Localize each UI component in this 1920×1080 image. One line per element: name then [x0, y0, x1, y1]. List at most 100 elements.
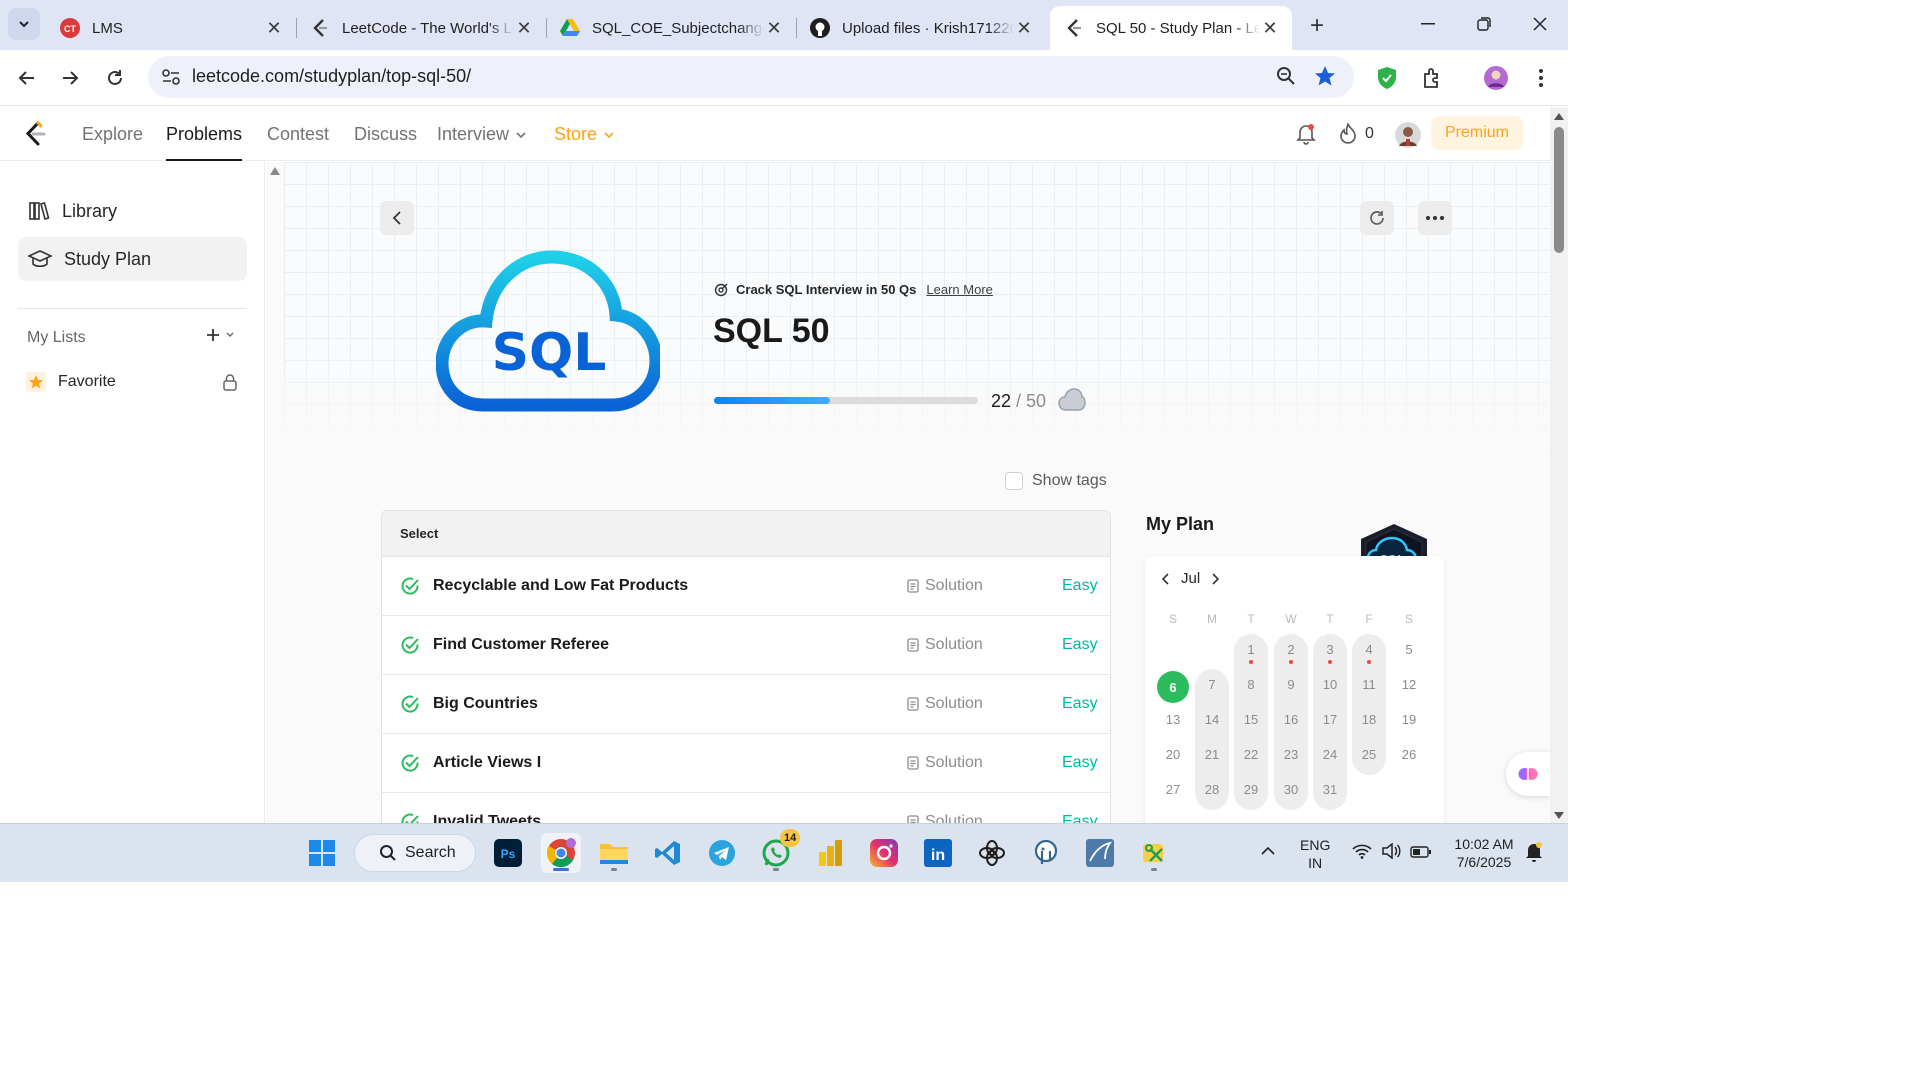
sidebar-item-study-plan[interactable]: Study Plan [18, 237, 247, 281]
list-item-favorite[interactable]: Favorite [26, 371, 238, 393]
calendar-day[interactable]: 20 [1158, 747, 1188, 762]
calendar-day[interactable]: 5 [1394, 642, 1424, 657]
problem-title[interactable]: Big Countries [433, 695, 538, 713]
page-scrollbar[interactable] [1550, 107, 1568, 823]
leetcode-logo-icon[interactable] [24, 121, 48, 152]
windows-start-button[interactable] [302, 833, 342, 873]
browser-tab-lms[interactable]: CT LMS ✕ [46, 6, 297, 50]
linkedin-app-icon[interactable]: in [918, 833, 958, 873]
calendar-day[interactable]: 1 [1236, 642, 1266, 657]
reset-progress-button[interactable] [1360, 201, 1394, 235]
calendar-day[interactable]: 15 [1236, 712, 1266, 727]
solution-link[interactable]: Solution [907, 577, 983, 595]
nav-store[interactable]: Store [554, 124, 615, 145]
system-clock[interactable]: 10:02 AM 7/6/2025 [1446, 835, 1522, 871]
show-hidden-icons-button[interactable] [1260, 844, 1276, 862]
url-text[interactable]: leetcode.com/studyplan/top-sql-50/ [192, 66, 471, 87]
calendar-day[interactable]: 13 [1158, 712, 1188, 727]
profile-avatar[interactable] [1482, 64, 1510, 92]
notification-bell-icon[interactable] [1296, 123, 1316, 150]
calendar-day[interactable]: 21 [1197, 747, 1227, 762]
shield-extension-icon[interactable] [1373, 64, 1401, 92]
photoshop-app-icon[interactable]: Ps [488, 833, 528, 873]
back-to-plans-button[interactable] [380, 201, 414, 235]
add-list-button[interactable] [205, 327, 235, 343]
tab-search-button[interactable] [8, 8, 40, 40]
scroll-up-arrow[interactable] [1554, 113, 1564, 120]
calendar-day[interactable]: 14 [1197, 712, 1227, 727]
problem-row[interactable]: Recyclable and Low Fat Products Solution… [382, 557, 1110, 616]
notification-center-bell-icon[interactable] [1525, 842, 1543, 867]
calendar-day[interactable]: 4 [1354, 642, 1384, 657]
whatsapp-app-icon[interactable]: 14 [756, 829, 801, 873]
calendar-day[interactable]: 22 [1236, 747, 1266, 762]
solution-link[interactable]: Solution [907, 813, 983, 823]
chevron-right-icon[interactable] [1210, 572, 1220, 585]
browser-tab-drive[interactable]: SQL_COE_Subjectchange ✕ [546, 6, 797, 50]
ai-assistant-button[interactable] [1506, 752, 1550, 796]
calendar-day[interactable]: 12 [1394, 677, 1424, 692]
calendar-day[interactable]: 9 [1276, 677, 1306, 692]
telegram-app-icon[interactable] [702, 833, 742, 873]
address-bar[interactable]: leetcode.com/studyplan/top-sql-50/ [148, 56, 1354, 98]
volume-icon[interactable] [1381, 842, 1401, 864]
calendar-day[interactable]: 23 [1276, 747, 1306, 762]
solution-link[interactable]: Solution [907, 695, 983, 713]
calendar-day[interactable]: 24 [1315, 747, 1345, 762]
site-settings-icon[interactable] [160, 66, 182, 88]
calendar-day[interactable]: 18 [1354, 712, 1384, 727]
close-tab-icon[interactable]: ✕ [264, 18, 284, 38]
calendar-day[interactable]: 30 [1276, 782, 1306, 797]
problem-row[interactable]: Find Customer Referee Solution Easy [382, 616, 1110, 675]
browser-menu-icon[interactable] [1527, 64, 1555, 92]
nav-contest[interactable]: Contest [267, 124, 329, 145]
calendar-today[interactable]: 6 [1157, 671, 1189, 703]
calendar-day[interactable]: 27 [1158, 782, 1188, 797]
calendar-day[interactable]: 25 [1354, 747, 1384, 762]
show-tags-toggle[interactable]: Show tags [1005, 472, 1107, 490]
forward-button[interactable] [54, 62, 86, 94]
scrollbar-thumb[interactable] [1554, 127, 1564, 253]
calendar-day[interactable]: 11 [1354, 677, 1384, 692]
postgresql-app-icon[interactable] [1026, 833, 1066, 873]
calendar-day[interactable]: 28 [1197, 782, 1227, 797]
nav-discuss[interactable]: Discuss [354, 124, 417, 145]
minimize-button[interactable] [1400, 8, 1456, 40]
solution-link[interactable]: Solution [907, 636, 983, 654]
vscode-app-icon[interactable] [648, 833, 688, 873]
show-tags-checkbox[interactable] [1005, 472, 1023, 490]
restore-button[interactable] [1456, 8, 1512, 40]
scroll-down-arrow[interactable] [1554, 812, 1564, 819]
streak-counter[interactable]: 0 [1339, 123, 1374, 145]
wifi-icon[interactable] [1352, 843, 1372, 864]
instagram-app-icon[interactable] [864, 833, 904, 873]
problem-row[interactable]: Invalid Tweets Solution Easy [382, 793, 1110, 823]
solution-link[interactable]: Solution [907, 754, 983, 772]
problem-title[interactable]: Invalid Tweets [433, 813, 541, 823]
calendar-day[interactable]: 26 [1394, 747, 1424, 762]
calendar-day[interactable]: 8 [1236, 677, 1266, 692]
bookmark-star-icon[interactable] [1314, 65, 1336, 92]
sidebar-item-library[interactable]: Library [18, 189, 247, 233]
calendar-day[interactable]: 2 [1276, 642, 1306, 657]
taskbar-search[interactable]: Search [354, 834, 476, 872]
calendar-day[interactable]: 10 [1315, 677, 1345, 692]
nav-explore[interactable]: Explore [82, 124, 143, 145]
chatgpt-app-icon[interactable] [972, 833, 1012, 873]
browser-tab-leetcode[interactable]: LeetCode - The World's Leading Online Pr… [296, 6, 547, 50]
calendar-day[interactable]: 3 [1315, 642, 1345, 657]
calendar-day[interactable]: 29 [1236, 782, 1266, 797]
more-options-button[interactable] [1418, 201, 1452, 235]
calendar-day[interactable]: 17 [1315, 712, 1345, 727]
problem-title[interactable]: Find Customer Referee [433, 636, 609, 654]
back-button[interactable] [11, 62, 43, 94]
problem-row[interactable]: Big Countries Solution Easy [382, 675, 1110, 734]
power-bi-app-icon[interactable] [810, 833, 850, 873]
user-avatar[interactable] [1394, 121, 1422, 154]
problem-section-header[interactable]: Select [382, 511, 1110, 557]
extensions-puzzle-icon[interactable] [1419, 64, 1447, 92]
browser-tab-sql50[interactable]: SQL 50 - Study Plan - LeetCode ✕ [1050, 6, 1292, 50]
input-language-indicator[interactable]: ENG IN [1300, 836, 1330, 872]
close-tab-icon[interactable]: ✕ [764, 18, 784, 38]
completion-badge-icon[interactable] [1058, 388, 1086, 414]
